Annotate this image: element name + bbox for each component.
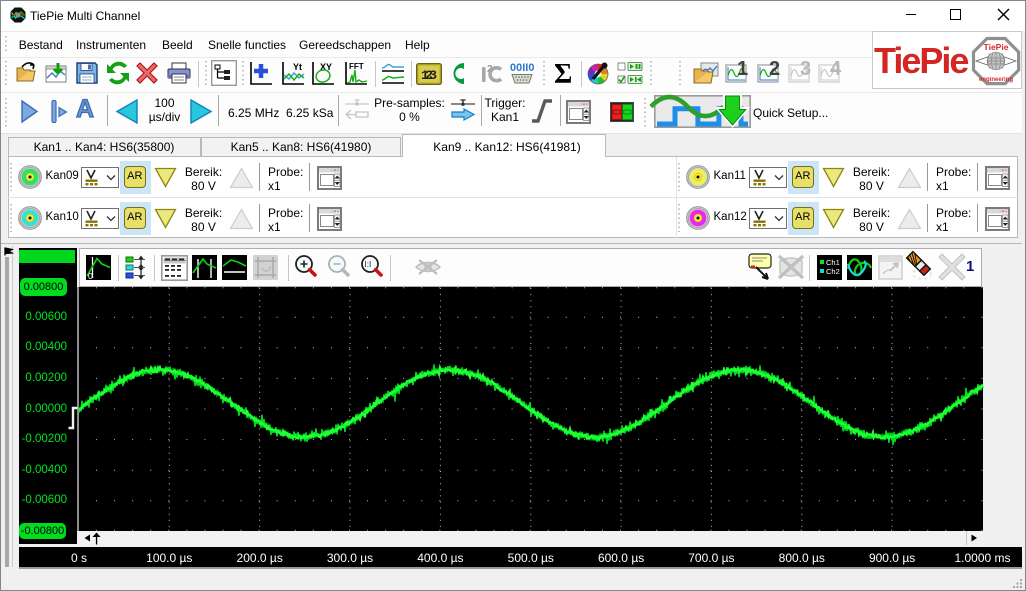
svg-text:123: 123 [421, 68, 437, 83]
svg-text:1: 1 [737, 58, 748, 80]
svg-text:engineering: engineering [979, 77, 1013, 83]
svg-text:2: 2 [769, 58, 780, 80]
svg-text:Yt: Yt [293, 62, 302, 72]
svg-text:I:I: I:I [364, 260, 371, 269]
svg-text:4: 4 [830, 58, 842, 80]
svg-text:3: 3 [800, 58, 811, 80]
svg-text:00II0: 00II0 [510, 62, 534, 74]
svg-text:Ch2: Ch2 [826, 267, 840, 276]
svg-text:0: 0 [88, 271, 93, 281]
svg-text:Σ: Σ [554, 59, 572, 90]
svg-text:FFT: FFT [349, 62, 364, 71]
svg-text:Ch1: Ch1 [826, 258, 840, 267]
svg-text:TiePie: TiePie [984, 42, 1009, 52]
